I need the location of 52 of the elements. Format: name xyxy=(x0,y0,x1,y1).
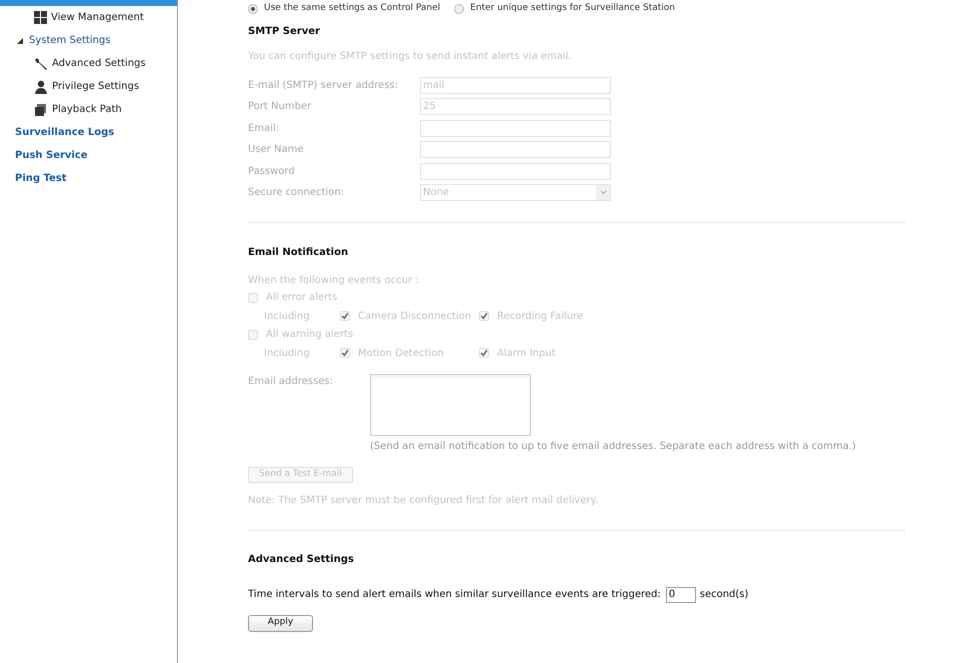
note-text: Note: The SMTP server must be configured first for alert mail delivery. xyxy=(248,494,600,508)
sidebar-item[interactable]: Ping Test xyxy=(15,171,67,186)
events-intro: When the following events occur : xyxy=(248,274,420,288)
field-label: User Name xyxy=(248,143,304,158)
sidebar-item[interactable]: View Management xyxy=(51,10,144,25)
chevron-down-icon xyxy=(600,190,606,196)
radio-button[interactable] xyxy=(454,4,464,14)
sidebar-item[interactable]: Advanced Settings xyxy=(52,56,146,71)
checkbox[interactable] xyxy=(479,348,489,358)
checkbox[interactable] xyxy=(479,311,489,321)
checkbox-label: Alarm Input xyxy=(497,346,556,360)
including-label: Including xyxy=(264,310,311,324)
checkbox-label: Camera Disconnection xyxy=(358,310,472,324)
sidebar-item[interactable]: System Settings xyxy=(29,33,110,48)
email-addresses-field[interactable] xyxy=(370,374,531,436)
grid-icon xyxy=(34,11,47,24)
field-label: Email addresses: xyxy=(248,374,334,388)
input-field[interactable] xyxy=(420,141,611,158)
checkbox-label: All error alerts xyxy=(266,291,338,305)
hint-text: (Send an email notification to up to five email addresses. Separate each address with a comma.) xyxy=(370,440,856,454)
input-field[interactable] xyxy=(420,120,611,137)
expander-triangle-icon[interactable] xyxy=(17,38,23,44)
wrench-icon xyxy=(34,56,48,70)
radio-button[interactable] xyxy=(248,4,258,14)
field-label: E-mail (SMTP) server address: xyxy=(248,78,400,93)
field-label: Port Number xyxy=(248,100,312,114)
radio-label: Enter unique settings for Surveillance Station xyxy=(470,2,675,15)
sidebar-item[interactable]: Push Service xyxy=(15,148,88,163)
interval-input-field[interactable]: 0 xyxy=(666,586,696,602)
radio-label: Use the same settings as Control Panel xyxy=(264,2,440,15)
folder-icon xyxy=(34,102,48,116)
sidebar-item[interactable]: Playback Path xyxy=(52,102,122,117)
unit-label: second(s) xyxy=(700,588,748,602)
field-label: Email: xyxy=(248,122,280,136)
apply-button[interactable]: Apply xyxy=(248,614,313,632)
field-label: Password xyxy=(248,164,296,179)
including-label: Including xyxy=(264,346,311,360)
interval-label: Time intervals to send alert emails when similar surveillance events are triggered: xyxy=(248,588,661,602)
input-field[interactable] xyxy=(420,162,611,180)
field-label: Secure connection: xyxy=(248,186,346,200)
checkbox[interactable] xyxy=(340,348,350,358)
checkbox[interactable] xyxy=(340,311,350,321)
checkbox-label: Motion Detection xyxy=(358,346,444,360)
section-description: You can configure SMTP settings to send instant alerts via email. xyxy=(248,50,573,64)
checkbox-label: Recording Failure xyxy=(497,310,584,324)
sidebar-item[interactable]: Surveillance Logs xyxy=(15,125,114,140)
section-title: Advanced Settings xyxy=(248,552,355,566)
checkbox-label: All warning alerts xyxy=(266,328,354,342)
sidebar-item[interactable]: Privilege Settings xyxy=(52,79,140,94)
person-icon xyxy=(34,80,48,94)
section-title: Email Notification xyxy=(248,246,350,260)
section-title: SMTP Server xyxy=(248,24,321,38)
